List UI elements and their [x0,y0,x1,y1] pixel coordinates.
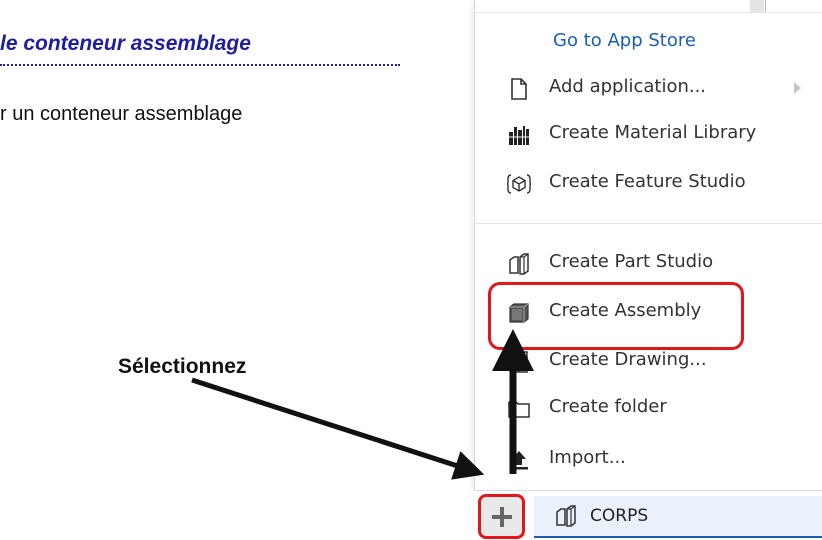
menu-item-label: Create Drawing... [549,349,707,370]
menu-edge-line [765,0,766,12]
tab-corps[interactable]: CORPS [534,496,822,538]
folder-icon [508,401,530,418]
arrow-to-add-button [191,377,485,480]
menu-item-label: Add application... [549,76,707,97]
insert-menu: Go to App Store Add application... Creat… [474,0,822,490]
import-icon [510,451,528,470]
scrollbar-stub[interactable] [750,0,764,12]
plus-icon [491,506,512,527]
menu-item-create-feature-studio[interactable]: Create Feature Studio [475,164,822,204]
chevron-right-icon [794,82,801,94]
menu-item-label: Create Part Studio [549,251,714,272]
document-body-text: r un conteneur assemblage [0,103,243,125]
menu-item-label: Create Material Library [549,122,757,143]
app-store-link[interactable]: Go to App Store [553,30,696,51]
drawing-icon [510,351,528,373]
menu-top-strip [475,0,822,13]
document-title: le conteneur assemblage [0,32,400,66]
tab-label: CORPS [590,506,649,526]
menu-divider [475,223,822,224]
menu-item-create-material-library[interactable]: Create Material Library [475,115,822,155]
menu-item-add-application[interactable]: Add application... [475,69,822,109]
add-tab-button[interactable] [478,494,525,539]
instruction-label: Sélectionnez [118,355,247,378]
file-icon [511,78,527,100]
material-library-icon [509,126,529,145]
menu-item-label: Import... [549,447,626,468]
feature-studio-icon [507,174,531,194]
menu-item-create-part-studio[interactable]: Create Part Studio [475,244,822,284]
menu-item-label: Create Feature Studio [549,171,746,192]
menu-item-import[interactable]: Import... [475,440,822,480]
part-studio-icon [509,253,529,275]
part-studio-icon [556,505,576,527]
menu-item-create-folder[interactable]: Create folder [475,389,822,429]
menu-item-label: Create folder [549,396,667,417]
assembly-highlight-box [488,282,744,350]
